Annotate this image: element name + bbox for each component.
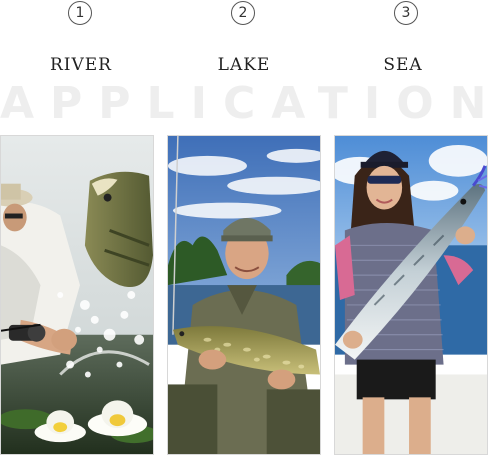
panel-title: RIVER	[49, 55, 112, 75]
panel-river: 1 RIVER	[0, 0, 154, 456]
river-fishing-photo	[0, 135, 154, 455]
step-number-badge: 2	[231, 1, 255, 25]
panel-sea: 3 SEA	[334, 0, 488, 456]
lake-fishing-photo	[167, 135, 321, 455]
panel-title: SEA	[383, 55, 423, 75]
panel-title: LAKE	[217, 55, 271, 75]
panel-lake: 2 LAKE	[167, 0, 321, 456]
step-number-badge: 3	[394, 1, 418, 25]
sea-fishing-photo	[334, 135, 488, 455]
step-number-badge: 1	[68, 1, 92, 25]
